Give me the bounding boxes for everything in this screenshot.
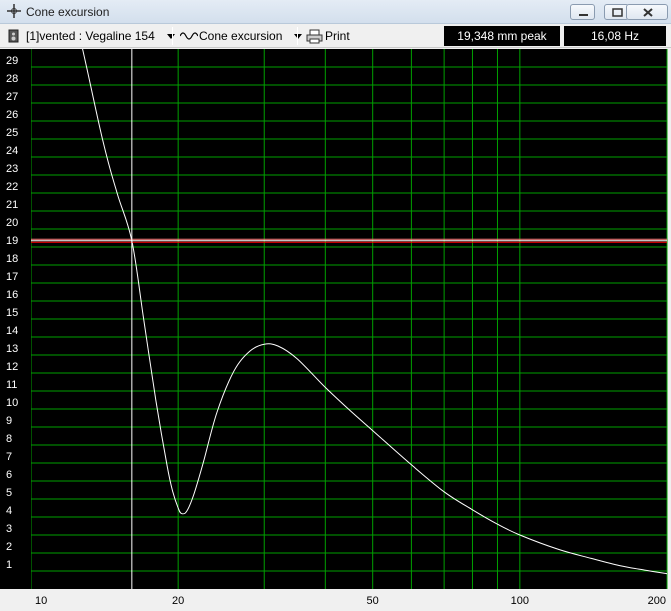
minimize-icon [579, 14, 588, 16]
y-tick-label: 3 [6, 523, 12, 535]
y-tick-label: 16 [6, 289, 18, 301]
system-dropdown[interactable]: [1]vented : Vegaline 154 [8, 26, 175, 46]
window-title: Cone excursion [26, 5, 110, 19]
close-button[interactable] [626, 4, 668, 20]
printer-icon [306, 29, 323, 43]
x-tick-label: 20 [172, 595, 184, 607]
y-tick-label: 13 [6, 343, 18, 355]
y-tick-label: 15 [6, 307, 18, 319]
y-tick-label: 6 [6, 469, 12, 481]
frequency-readout: 16,08 Hz [564, 26, 666, 46]
speaker-icon [8, 29, 19, 43]
x-tick-label: 200 [648, 595, 666, 607]
plot-area: 1 2 3 4 5 6 7 8 9 10 11 12 13 14 15 16 17 18 19 20 21 22 23 24 2… [0, 49, 671, 611]
x-tick-label: 10 [35, 595, 47, 607]
y-tick-label: 11 [6, 379, 17, 391]
y-tick-label: 12 [6, 361, 18, 373]
chevron-down-icon [166, 33, 175, 39]
y-tick-label: 24 [6, 145, 18, 157]
chevron-down-icon [294, 33, 303, 39]
y-tick-label: 14 [6, 325, 18, 337]
y-tick-label: 5 [6, 487, 12, 499]
title-bar: Cone excursion [0, 0, 671, 24]
crosshair-icon [7, 4, 21, 18]
y-tick-label: 29 [6, 55, 18, 67]
y-tick-label: 9 [6, 415, 12, 427]
x-tick-label: 100 [511, 595, 529, 607]
system-label: [1]vented : Vegaline 154 [26, 29, 155, 43]
y-tick-label: 19 [6, 235, 18, 247]
y-tick-label: 28 [6, 73, 18, 85]
y-tick-label: 1 [6, 559, 12, 571]
toolbar: [1]vented : Vegaline 154 Cone excursion … [0, 24, 671, 48]
toolbar-divider [297, 27, 298, 45]
y-tick-label: 4 [6, 505, 12, 517]
y-tick-label: 17 [6, 271, 18, 283]
graph-type-dropdown[interactable]: Cone excursion [180, 26, 303, 46]
graph-type-label: Cone excursion [199, 29, 283, 43]
y-tick-label: 18 [6, 253, 18, 265]
y-tick-label: 20 [6, 217, 18, 229]
y-tick-label: 25 [6, 127, 18, 139]
toolbar-divider [172, 27, 173, 45]
print-label: Print [325, 29, 350, 43]
y-tick-label: 22 [6, 181, 18, 193]
cone-excursion-chart[interactable]: 1234567891011121314151617181920212223242… [0, 49, 671, 611]
y-tick-label: 2 [6, 541, 12, 553]
y-tick-label: 7 [6, 451, 12, 463]
y-tick-label: 10 [6, 397, 18, 409]
sine-wave-icon [180, 32, 198, 40]
close-icon [643, 8, 653, 17]
y-tick-label: 21 [6, 199, 18, 211]
excursion-readout: 19,348 mm peak [444, 26, 560, 46]
y-tick-label: 8 [6, 433, 12, 445]
y-tick-label: 27 [6, 91, 18, 103]
y-tick-label: 23 [6, 163, 18, 175]
y-tick-label: 26 [6, 109, 18, 121]
print-button[interactable]: Print [306, 26, 350, 46]
minimize-button[interactable] [570, 4, 595, 20]
x-tick-label: 50 [367, 595, 379, 607]
